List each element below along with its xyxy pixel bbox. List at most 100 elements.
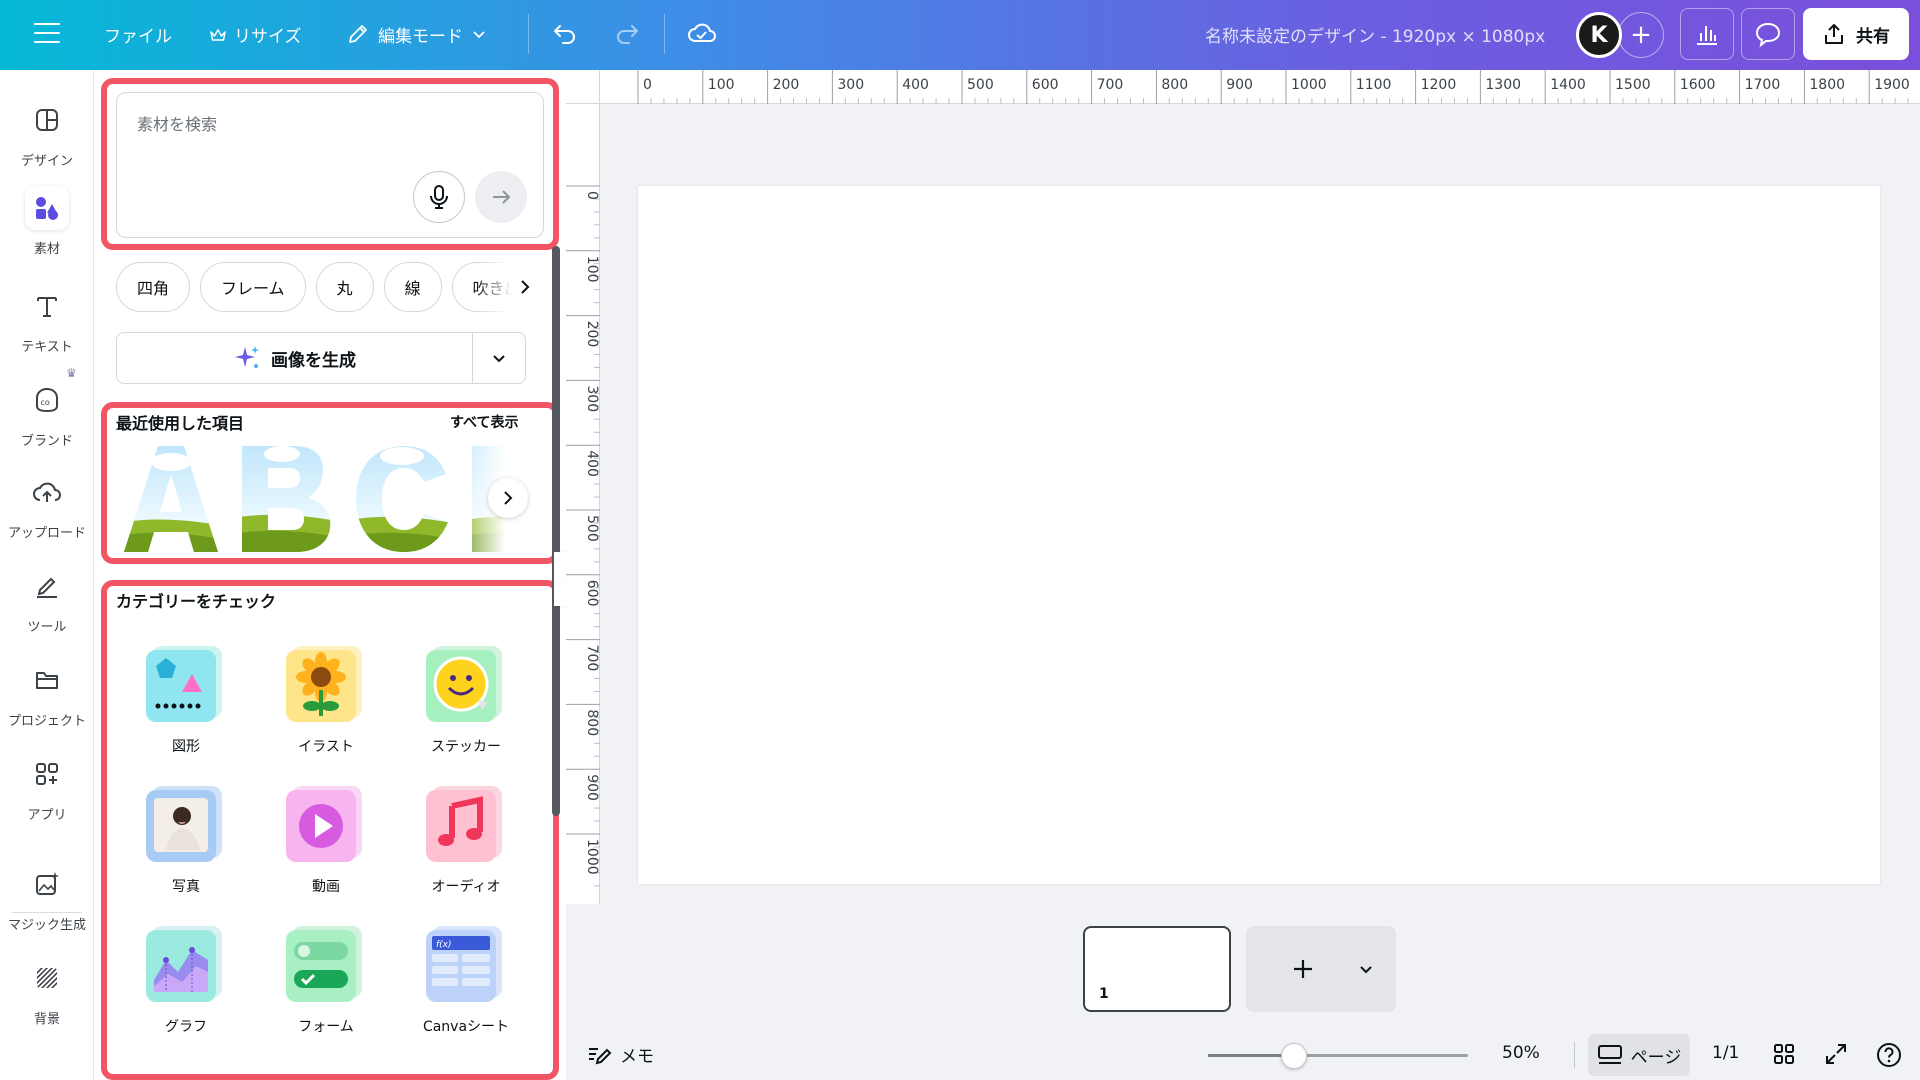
chip-circle[interactable]: 丸 <box>315 262 374 312</box>
chevron-down-icon[interactable] <box>1358 961 1374 977</box>
menu-icon[interactable] <box>34 20 60 46</box>
shape-chips: 四角 フレーム 丸 線 吹き出 <box>116 262 526 312</box>
ruler-tick-label: 700 <box>1097 77 1124 93</box>
rail-item-text[interactable]: テキスト <box>0 284 94 355</box>
help-icon <box>1877 1043 1901 1067</box>
save-status-button[interactable] <box>686 18 718 52</box>
rail-item-tools[interactable]: ツール <box>0 564 94 635</box>
ruler-corner <box>566 70 600 104</box>
ruler-tick-label: 900 <box>584 774 600 801</box>
ruler-tick-label: 1700 <box>1745 77 1781 93</box>
category-stickers[interactable]: ステッカー <box>396 640 536 756</box>
zoom-value[interactable]: 50% <box>1502 1043 1540 1063</box>
category-label: イラスト <box>298 739 354 755</box>
ruler-tick-label: 700 <box>584 645 600 672</box>
category-audio[interactable]: オーディオ <box>396 780 536 896</box>
pencil-icon <box>349 25 367 43</box>
rail-label: テキスト <box>21 340 73 355</box>
rail-item-design[interactable]: デザイン <box>0 98 94 169</box>
help-button[interactable] <box>1876 1042 1902 1073</box>
chips-scroll-right[interactable] <box>476 262 536 312</box>
recent-items <box>116 444 526 554</box>
category-photos[interactable]: 写真 <box>116 780 256 896</box>
category-label: 動画 <box>312 879 340 895</box>
redo-button[interactable] <box>612 18 642 52</box>
category-label: フォーム <box>298 1019 354 1035</box>
notes-button[interactable]: メモ <box>586 1042 654 1067</box>
file-menu[interactable]: ファイル <box>104 22 172 47</box>
fullscreen-button[interactable] <box>1824 1042 1848 1071</box>
pages-label: ページ <box>1630 1047 1682 1068</box>
pages-view-button[interactable]: ページ <box>1588 1034 1690 1076</box>
category-video[interactable]: 動画 <box>256 780 396 896</box>
rail-item-projects[interactable]: プロジェクト <box>0 658 94 729</box>
insights-button[interactable] <box>1680 8 1734 60</box>
design-title[interactable]: 名称未設定のデザイン - 1920px × 1080px <box>1205 22 1545 47</box>
category-forms[interactable]: フォーム <box>256 920 396 1036</box>
ruler-tick-label: 200 <box>584 321 600 348</box>
ruler-tick-label: 1500 <box>1615 77 1651 93</box>
zoom-slider[interactable] <box>1208 1043 1468 1069</box>
pen-tool-icon <box>25 564 69 608</box>
letter-c-sticker[interactable] <box>348 444 458 554</box>
comments-button[interactable] <box>1741 8 1795 60</box>
ruler-tick-label: 500 <box>967 77 994 93</box>
chip-square[interactable]: 四角 <box>116 262 191 312</box>
category-canva-sheets[interactable]: f(x) Canvaシート <box>396 920 536 1036</box>
rail-label: ツール <box>27 620 67 635</box>
recent-title: 最近使用した項目 <box>116 414 245 433</box>
magic-image-icon <box>25 862 69 906</box>
see-all-link[interactable]: すべて表示 <box>450 412 518 432</box>
rail-item-upload[interactable]: アップロード <box>0 470 94 541</box>
generate-image-button[interactable]: 画像を生成 <box>116 332 526 384</box>
generate-image-main[interactable]: 画像を生成 <box>117 333 473 383</box>
avatar[interactable]: K <box>1576 12 1622 58</box>
add-page-button[interactable] <box>1246 926 1396 1012</box>
arrow-right-icon <box>493 190 511 204</box>
generate-options-dropdown[interactable] <box>473 333 525 383</box>
sparkle-icon <box>235 346 259 368</box>
undo-button[interactable] <box>550 18 580 52</box>
cloud-check-icon <box>688 23 716 42</box>
zoom-slider-handle[interactable] <box>1280 1043 1307 1069</box>
category-label: オーディオ <box>431 879 501 895</box>
search-box[interactable] <box>116 92 544 238</box>
resize-button[interactable]: リサイズ <box>210 22 302 47</box>
resize-label: リサイズ <box>234 27 302 47</box>
ruler-tick-label: 500 <box>584 515 600 542</box>
brand-icon: co <box>25 378 69 422</box>
chip-frame[interactable]: フレーム <box>200 262 306 312</box>
rail-item-magic[interactable]: マジック生成 <box>0 862 94 933</box>
category-charts[interactable]: グラフ <box>116 920 256 1036</box>
rail-item-background[interactable]: 背景 <box>0 956 94 1027</box>
letter-a-sticker[interactable] <box>116 444 226 554</box>
rail-label: デザイン <box>20 154 73 169</box>
ruler-tick-label: 0 <box>584 191 600 200</box>
ruler-tick-label: 1000 <box>1291 77 1327 93</box>
apps-icon <box>25 752 69 796</box>
undo-icon <box>554 25 575 44</box>
search-submit-button[interactable] <box>475 171 527 223</box>
top-bar: ファイル リサイズ 編集モード 名称未設定のデザイン - 1920px × 10… <box>0 0 1920 70</box>
panel-scrollbar[interactable] <box>552 246 560 816</box>
page-thumbnail[interactable]: 1 <box>1083 926 1231 1012</box>
edit-mode-dropdown[interactable]: 編集モード <box>346 17 487 51</box>
share-button[interactable]: 共有 <box>1803 8 1909 60</box>
design-canvas[interactable] <box>638 186 1880 884</box>
letter-b-sticker[interactable] <box>232 444 342 554</box>
search-input[interactable] <box>137 115 517 134</box>
ruler-tick-label: 1300 <box>1485 77 1521 93</box>
category-shapes[interactable]: 図形 <box>116 640 256 756</box>
rail-item-elements[interactable]: 素材 <box>0 186 94 257</box>
voice-search-button[interactable] <box>413 171 465 223</box>
rail-item-brand[interactable]: co ブランド <box>0 378 94 449</box>
text-icon <box>25 284 69 328</box>
recent-next-button[interactable] <box>488 478 528 518</box>
grid-view-button[interactable] <box>1772 1042 1796 1071</box>
chip-line[interactable]: 線 <box>383 262 442 312</box>
rail-item-apps[interactable]: アプリ <box>0 752 94 823</box>
svg-text:f(x): f(x) <box>436 940 452 950</box>
category-illustration[interactable]: イラスト <box>256 640 396 756</box>
add-collaborator-button[interactable]: + <box>1618 12 1664 58</box>
rail-label: 素材 <box>33 242 60 257</box>
